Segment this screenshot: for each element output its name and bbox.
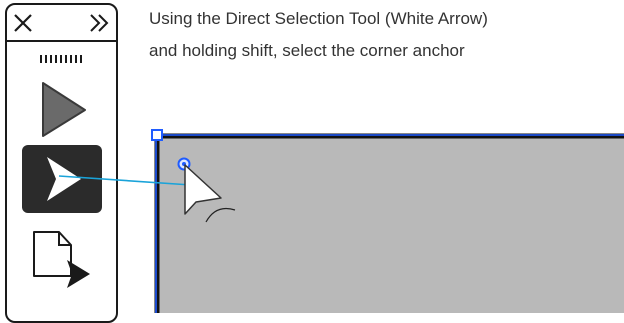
close-icon[interactable]	[10, 10, 36, 36]
page-tool-button[interactable]	[31, 230, 95, 294]
tools-panel-header	[7, 5, 116, 42]
tools-panel	[5, 3, 118, 323]
instruction-line-2: and holding shift, select the corner anc…	[149, 41, 465, 60]
page-arrow-icon	[33, 231, 90, 288]
selection-tool-button[interactable]	[35, 81, 91, 139]
black-arrow-icon	[42, 82, 86, 137]
double-chevron-right-icon[interactable]	[86, 10, 112, 36]
gray-rectangle-shape[interactable]	[157, 136, 624, 313]
grip-icon[interactable]	[40, 54, 82, 64]
instruction-text: Using the Direct Selection Tool (White A…	[149, 3, 624, 67]
direct-selection-tool-button[interactable]	[22, 145, 102, 213]
instruction-line-1: Using the Direct Selection Tool (White A…	[149, 9, 488, 28]
corner-anchor-point[interactable]	[151, 129, 163, 141]
